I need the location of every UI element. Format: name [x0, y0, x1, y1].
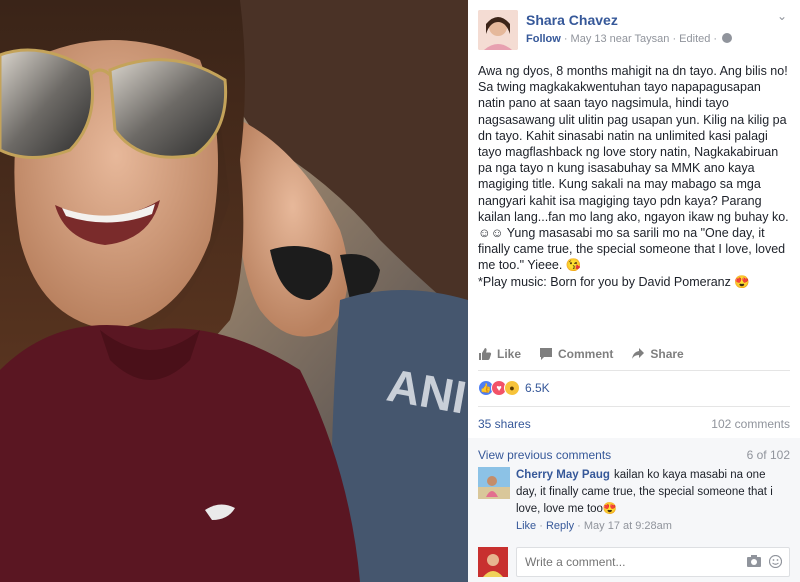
post-meta: Follow · May 13 near Taysan · Edited ·: [526, 33, 733, 45]
comment-label: Comment: [558, 346, 614, 361]
share-button[interactable]: Share: [631, 346, 684, 361]
view-previous-comments-link[interactable]: View previous comments: [478, 448, 611, 462]
post-panel: Shara Chavez Follow · May 13 near Taysan …: [468, 0, 800, 582]
like-button[interactable]: Like: [478, 347, 521, 361]
comments-count[interactable]: 102 comments: [711, 417, 790, 431]
couple-photo: ANI S, AL: [0, 0, 468, 582]
commenter-avatar[interactable]: [478, 467, 510, 499]
write-comment-row: [478, 547, 790, 577]
like-label: Like: [497, 346, 522, 361]
reactions-summary[interactable]: 👍 ♥ ● 6.5K: [478, 378, 790, 398]
comment-like-link[interactable]: Like: [516, 520, 536, 532]
post-photo[interactable]: ANI S, AL: [0, 0, 468, 582]
post-text: Awa ng dyos, 8 months mahigit na dn tayo…: [478, 64, 789, 289]
view-previous-row: View previous comments 6 of 102: [478, 448, 790, 462]
comment-time[interactable]: · May 17 at 9:28am: [577, 520, 672, 532]
comment-body: Cherry May Paug kailan ko kaya masabi na …: [516, 467, 788, 518]
comment-meta: Like · Reply · May 17 at 9:28am: [516, 520, 672, 532]
post-stats: 35 shares 102 comments: [478, 417, 790, 431]
emoji-icon[interactable]: [769, 555, 782, 568]
follow-link[interactable]: Follow: [526, 33, 561, 45]
globe-icon: [722, 33, 733, 43]
comment-button[interactable]: Comment: [539, 347, 613, 361]
comment-input-icons: [747, 555, 782, 568]
thumbs-up-icon: [479, 347, 492, 360]
share-label: Share: [650, 346, 684, 361]
comment-icon: [540, 347, 553, 360]
post-meta-text: · May 13 near Taysan · Edited ·: [563, 33, 718, 45]
chevron-down-icon[interactable]: ⌄: [776, 10, 788, 22]
comments-position: 6 of 102: [746, 448, 790, 462]
commenter-name[interactable]: Cherry May Paug: [516, 469, 610, 481]
camera-icon[interactable]: [747, 555, 761, 567]
divider: [478, 406, 790, 407]
post-header: Shara Chavez Follow · May 13 near Taysan …: [468, 0, 800, 52]
viewer-avatar: [478, 547, 508, 577]
share-icon: [632, 347, 645, 359]
wow-reaction-icon: ●: [504, 380, 520, 396]
author-avatar[interactable]: [478, 10, 518, 50]
shares-link[interactable]: 35 shares: [478, 417, 531, 431]
action-bar: Like Comment Share: [478, 343, 790, 371]
reaction-count[interactable]: 6.5K: [525, 381, 550, 395]
author-name[interactable]: Shara Chavez: [526, 12, 618, 28]
comment-reply-link[interactable]: Reply: [546, 520, 574, 532]
separator-dot: ·: [539, 520, 543, 532]
